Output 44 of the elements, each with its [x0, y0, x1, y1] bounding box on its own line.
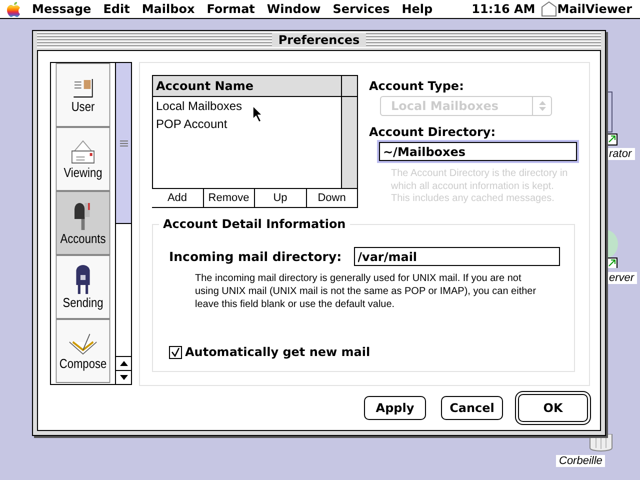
- id-card-icon: [72, 76, 94, 98]
- field-label: Account Type:: [369, 79, 465, 93]
- dialog-button[interactable]: Apply: [364, 396, 426, 420]
- sidebar-item[interactable]: Sending: [56, 255, 110, 319]
- envelope-icon: [68, 332, 98, 356]
- desktop-icon-label[interactable]: erver: [606, 272, 638, 284]
- field-label: Incoming mail directory:: [169, 249, 342, 264]
- grip-icon: [120, 140, 128, 146]
- incoming-directory-field[interactable]: /var/mail: [354, 247, 560, 266]
- down-arrow-icon[interactable]: [120, 375, 128, 380]
- checkbox-label[interactable]: Automatically get new mail: [185, 345, 370, 359]
- menu-item[interactable]: Mailbox: [136, 2, 201, 16]
- column-header[interactable]: Account Name: [153, 76, 341, 97]
- desktop-icon-label[interactable]: Corbeille: [556, 455, 606, 467]
- dialog-button[interactable]: Cancel: [441, 396, 503, 420]
- application-menu[interactable]: MailViewer: [557, 2, 640, 16]
- menu-item[interactable]: Help: [396, 2, 439, 16]
- mouse-pointer-icon: [253, 106, 263, 122]
- envelopes-icon: [69, 138, 97, 164]
- checkmark-icon: [171, 348, 180, 356]
- sidebar-item[interactable]: Compose: [56, 319, 110, 383]
- scrollbar[interactable]: [115, 63, 131, 384]
- menu-item[interactable]: Window: [260, 2, 327, 16]
- directory-field[interactable]: ~/Mailboxes: [379, 142, 577, 161]
- menu-item[interactable]: Edit: [97, 2, 136, 16]
- description-text: The incoming mail directory is generally used for UNIX mail. If you are not using UNIX mail (UNIX mail is not the same as POP or IMAP), you can either leave this field blank or use the default value.: [195, 272, 538, 311]
- table-row[interactable]: Local Mailboxes: [153, 97, 341, 115]
- window-title: Preferences: [272, 32, 366, 46]
- sidebar-item[interactable]: Accounts: [56, 191, 110, 255]
- desktop-icon-label[interactable]: rator: [606, 148, 635, 160]
- group-title: Account Detail Information: [159, 217, 350, 231]
- apple-logo-icon[interactable]: [6, 1, 22, 17]
- dialog-button[interactable]: OK: [518, 394, 588, 422]
- menu-clock[interactable]: 11:16 AM: [466, 2, 542, 16]
- sidebar-item[interactable]: Viewing: [56, 127, 110, 191]
- menu-item[interactable]: Message: [26, 2, 98, 16]
- menu-item[interactable]: Format: [200, 2, 261, 16]
- updown-arrows-icon: [538, 101, 546, 111]
- up-arrow-icon[interactable]: [120, 361, 128, 366]
- field-label: Account Directory:: [369, 125, 497, 139]
- menu-item[interactable]: Services: [326, 2, 396, 16]
- checkbox[interactable]: [169, 346, 182, 358]
- table-row[interactable]: POP Account: [153, 115, 341, 133]
- sidebar-item[interactable]: User: [56, 63, 110, 127]
